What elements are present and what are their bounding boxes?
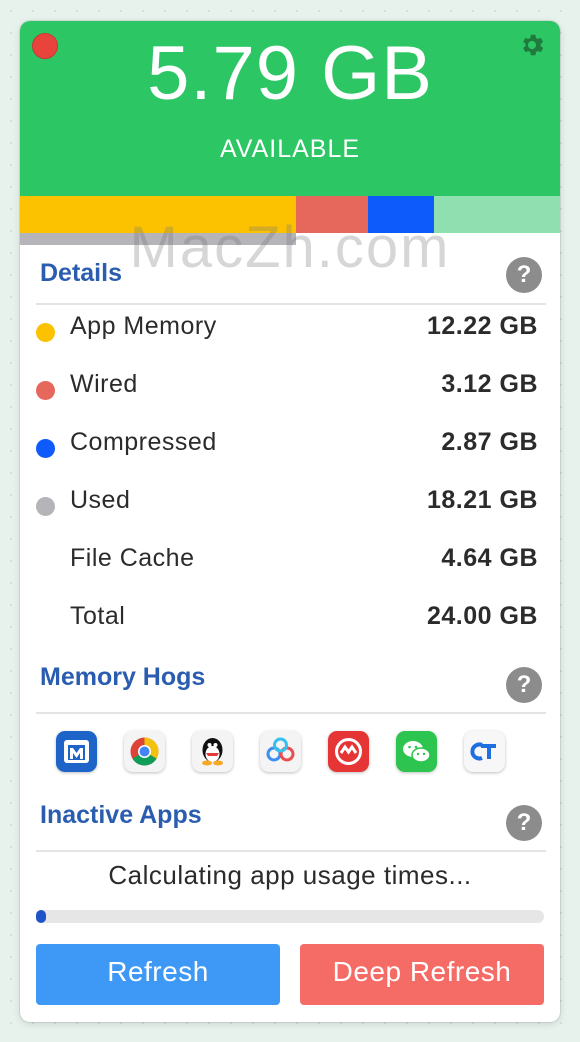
row-value: 18.21 GB (426, 486, 538, 514)
progress-fill (36, 910, 46, 923)
row-label: File Cache (70, 544, 195, 572)
available-segment (434, 196, 560, 233)
memory-cleaner-panel: 5.79 GB AVAILABLE MacZh.com Details ? Ap… (20, 21, 560, 1022)
used-memory-bar (20, 233, 296, 245)
inactive-apps-divider (36, 850, 546, 852)
detail-row-compressed: Compressed 2.87 GB (20, 424, 560, 464)
row-value: 2.87 GB (441, 428, 538, 456)
row-value: 3.12 GB (441, 370, 538, 398)
detail-row-file-cache: File Cache 4.64 GB (20, 540, 560, 580)
red-app-icon[interactable] (328, 731, 369, 772)
refresh-button[interactable]: Refresh (36, 944, 280, 1005)
memory-usage-bar (20, 196, 560, 233)
available-label: AVAILABLE (219, 135, 361, 163)
details-help-button[interactable]: ? (506, 257, 542, 293)
row-label: Compressed (70, 428, 217, 456)
details-title: Details (40, 259, 122, 287)
memory-hogs-app-list (56, 731, 505, 775)
inactive-apps-title: Inactive Apps (40, 801, 202, 829)
memory-hogs-divider (36, 712, 546, 714)
app-memory-dot (36, 323, 55, 342)
maxthon-browser-icon[interactable] (56, 731, 97, 772)
wired-dot (36, 381, 55, 400)
details-divider (36, 303, 546, 305)
memory-hogs-help-button[interactable]: ? (506, 667, 542, 703)
row-value: 4.64 GB (441, 544, 538, 572)
chrome-icon[interactable] (124, 731, 165, 772)
wechat-icon[interactable] (396, 731, 437, 772)
row-label: Total (70, 602, 126, 630)
detail-row-total: Total 24.00 GB (20, 598, 560, 638)
compressed-segment (368, 196, 434, 233)
detail-row-app-memory: App Memory 12.22 GB (20, 308, 560, 348)
row-label: Used (70, 486, 131, 514)
wired-segment (296, 196, 368, 233)
row-value: 12.22 GB (426, 312, 538, 340)
ct-app-icon[interactable] (464, 731, 505, 772)
app-memory-segment (20, 196, 296, 233)
used-dot (36, 497, 55, 516)
inactive-apps-progress (36, 910, 544, 923)
inactive-apps-help-button[interactable]: ? (506, 805, 542, 841)
detail-row-wired: Wired 3.12 GB (20, 366, 560, 406)
available-memory-header: 5.79 GB AVAILABLE (20, 21, 560, 196)
compressed-dot (36, 439, 55, 458)
row-label: Wired (70, 370, 138, 398)
row-value: 24.00 GB (426, 602, 538, 630)
qq-icon[interactable] (192, 731, 233, 772)
detail-row-used: Used 18.21 GB (20, 482, 560, 522)
baidu-netdisk-icon[interactable] (260, 731, 301, 772)
memory-hogs-title: Memory Hogs (40, 663, 206, 691)
inactive-apps-status: Calculating app usage times... (108, 860, 472, 890)
deep-refresh-button[interactable]: Deep Refresh (300, 944, 544, 1005)
available-memory-value: 5.79 GB (147, 31, 433, 116)
row-label: App Memory (70, 312, 217, 340)
